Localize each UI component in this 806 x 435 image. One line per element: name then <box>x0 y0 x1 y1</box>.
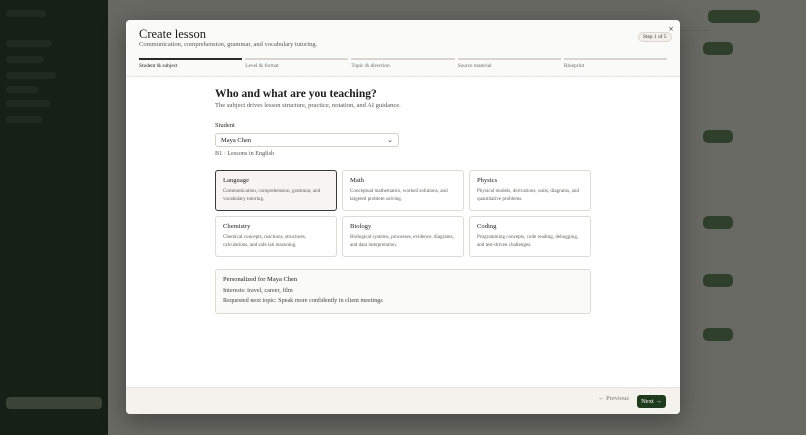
modal-header: Create lesson Communication, comprehensi… <box>126 20 680 77</box>
step-label: Student & subject <box>139 62 178 69</box>
modal-body: Who and what are you teaching? The subje… <box>126 77 680 387</box>
step-label: Blueprint <box>563 62 585 69</box>
arrow-left-icon: ← <box>598 395 605 402</box>
subject-description: Communication, comprehension, grammar, a… <box>223 188 321 202</box>
personalization-title: Personalized for Maya Chen <box>223 276 298 283</box>
subject-name: Math <box>350 177 364 184</box>
subject-name: Biology <box>350 223 372 230</box>
chevron-down-icon: ⌄ <box>387 136 393 144</box>
subject-name: Language <box>223 177 249 184</box>
subject-name: Coding <box>477 223 497 230</box>
subject-description: Physical models, derivations, units, dia… <box>477 188 580 202</box>
step-source-material[interactable]: Source material <box>457 58 561 69</box>
step-label: Topic & direction <box>351 62 390 69</box>
student-label: Student <box>215 122 235 129</box>
student-interests: Interests: travel, career, film <box>223 287 293 294</box>
subject-card-chemistry[interactable]: Chemistry Chemical concepts, reactions, … <box>215 216 337 257</box>
subject-grid: Language Communication, comprehension, g… <box>215 170 591 257</box>
step-progress-bar <box>457 58 561 60</box>
subject-description: Biological systems, processes, evidence,… <box>350 234 454 248</box>
student-meta: B1 · Lessons in English <box>215 150 275 157</box>
step-progress-bar <box>245 58 349 60</box>
modal-subtitle: Communication, comprehension, grammar, a… <box>139 41 318 48</box>
step-progress-bar <box>563 58 668 60</box>
step-blueprint[interactable]: Blueprint <box>563 58 668 69</box>
subject-card-language[interactable]: Language Communication, comprehension, g… <box>215 170 337 211</box>
step-topic-direction[interactable]: Topic & direction <box>351 58 455 69</box>
next-button[interactable]: Next → <box>637 395 666 408</box>
section-description: The subject drives lesson structure, pra… <box>215 102 401 109</box>
subject-card-biology[interactable]: Biology Biological systems, processes, e… <box>342 216 464 257</box>
stepper: Student & subject Level & format Topic &… <box>139 58 668 69</box>
subject-card-physics[interactable]: Physics Physical models, derivations, un… <box>469 170 591 211</box>
previous-button[interactable]: ← Previous <box>598 395 629 402</box>
section-title: Who and what are you teaching? <box>215 88 377 100</box>
subject-card-math[interactable]: Math Conceptual mathematics, worked solu… <box>342 170 464 211</box>
step-student-subject[interactable]: Student & subject <box>139 58 243 69</box>
step-level-format[interactable]: Level & format <box>245 58 349 69</box>
personalization-panel: Personalized for Maya Chen Interests: tr… <box>215 269 591 314</box>
modal-title: Create lesson <box>139 27 206 41</box>
previous-label: Previous <box>606 395 629 402</box>
subject-description: Conceptual mathematics, worked solutions… <box>350 188 448 202</box>
student-select[interactable]: Maya Chen ⌄ <box>215 133 399 147</box>
subject-card-coding[interactable]: Coding Programming concepts, code readin… <box>469 216 591 257</box>
arrow-right-icon: → <box>655 398 662 405</box>
requested-next-topic: Requested next topic: Speak more confide… <box>223 297 383 304</box>
step-progress-bar <box>351 58 455 60</box>
next-label: Next <box>641 398 654 405</box>
create-lesson-modal: Create lesson Communication, comprehensi… <box>126 20 680 414</box>
step-progress-bar <box>139 58 243 60</box>
step-label: Source material <box>457 62 492 69</box>
modal-footer: ← Previous Next → <box>126 387 680 414</box>
subject-name: Chemistry <box>223 223 251 230</box>
student-select-value: Maya Chen <box>221 137 252 144</box>
subject-description: Programming concepts, code reading, debu… <box>477 234 579 248</box>
step-label: Level & format <box>245 62 279 69</box>
subject-name: Physics <box>477 177 498 184</box>
subject-description: Chemical concepts, reactions, structures… <box>223 234 307 248</box>
close-icon[interactable]: × <box>665 23 677 35</box>
